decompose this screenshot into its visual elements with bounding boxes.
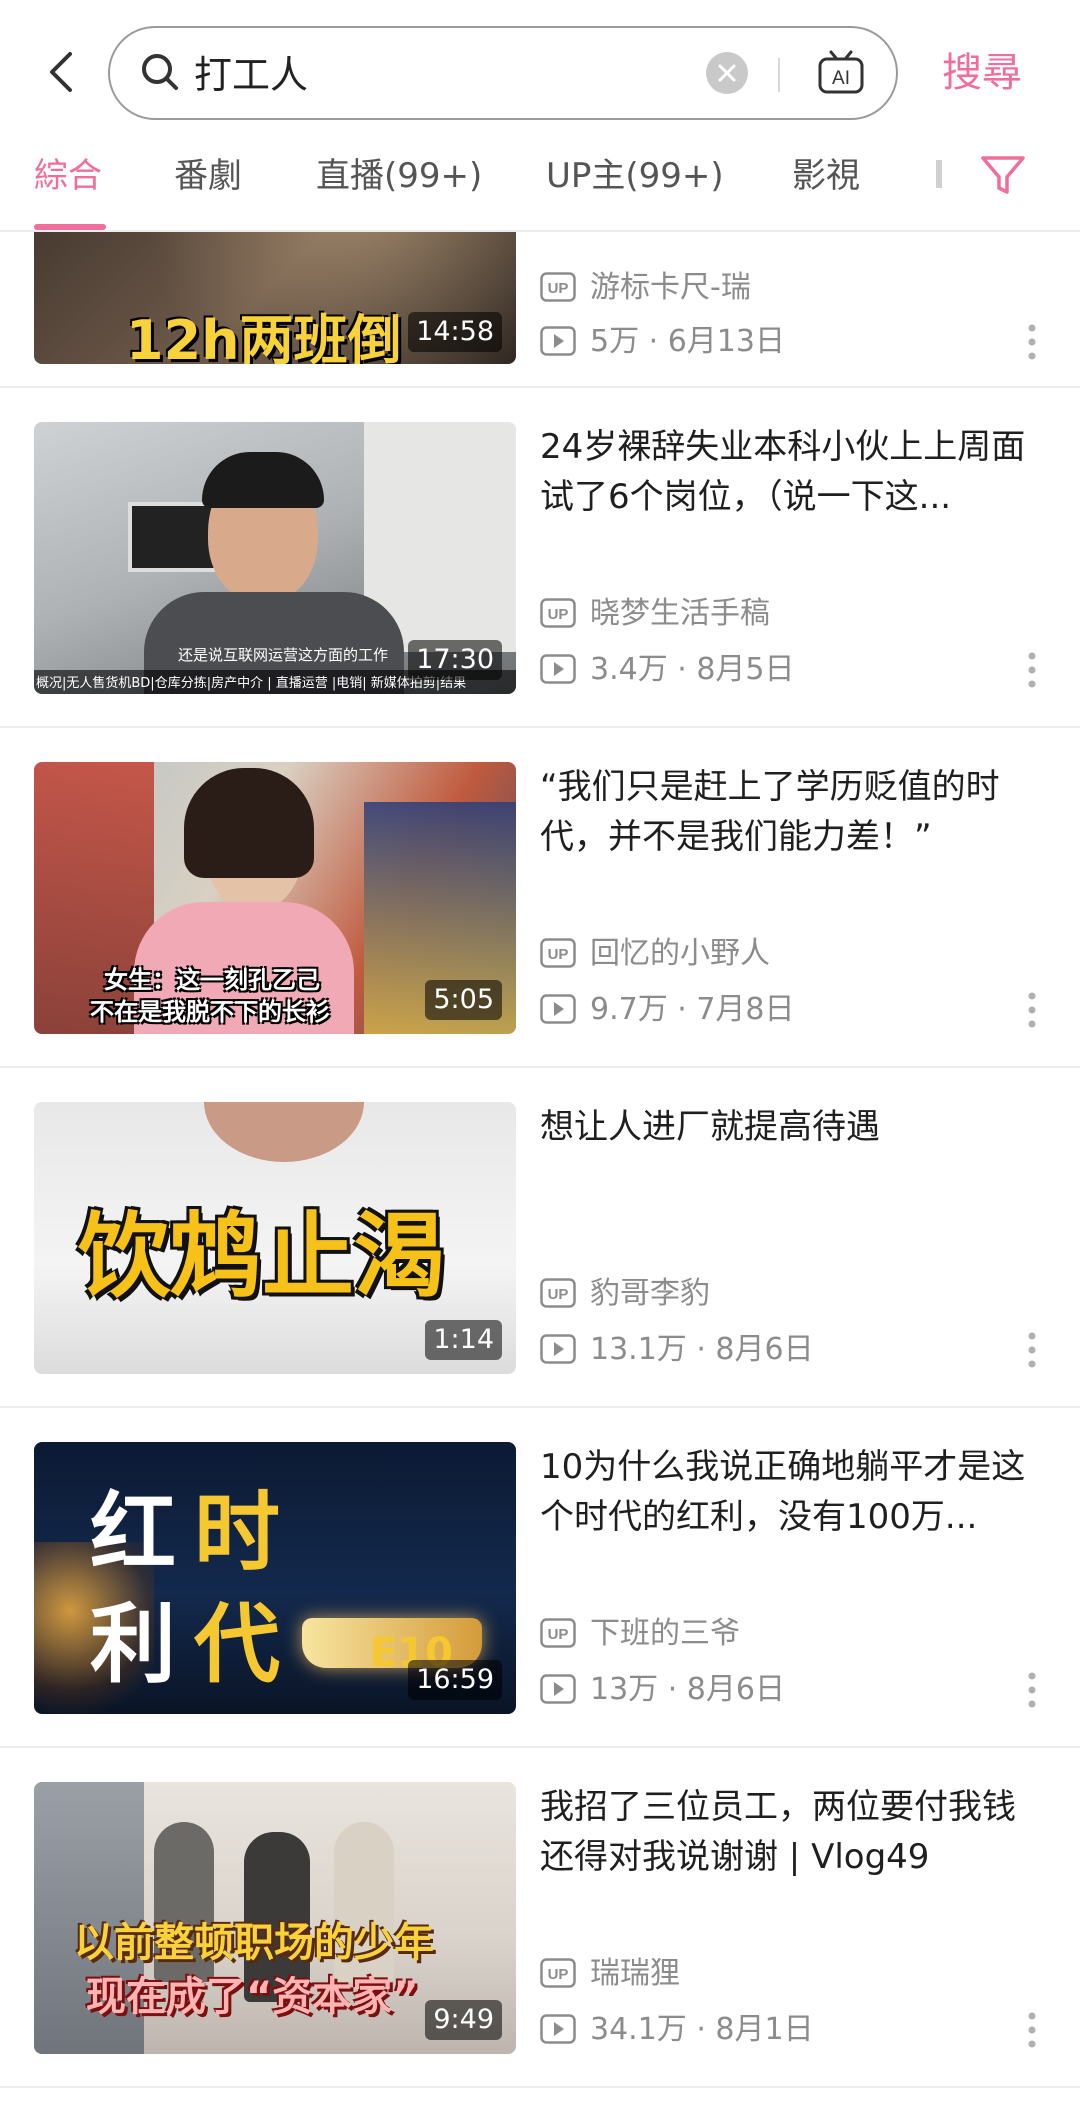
view-count: 13万	[590, 1672, 659, 1707]
ai-search-button[interactable]: AI	[816, 48, 866, 98]
uploader-name[interactable]: 瑞瑞狸	[590, 1954, 680, 1994]
uploader-name[interactable]: 晓梦生活手稿	[590, 594, 770, 634]
thumbnail-caption: 还是说互联网运营这方面的工作	[178, 646, 389, 664]
up-badge-icon: UP	[540, 1278, 576, 1308]
view-count: 5万	[590, 324, 640, 359]
publish-date: 8月6日	[686, 1672, 785, 1707]
tab-overflow-hint	[936, 160, 942, 188]
thumbnail-caption: 以前整顿职场的少年	[74, 1920, 434, 1966]
tab-uploaders[interactable]: UP主(99+)	[546, 150, 724, 202]
back-button[interactable]	[40, 44, 84, 100]
tab-live[interactable]: 直播(99+)	[316, 150, 482, 202]
close-icon	[718, 64, 736, 82]
ai-tv-icon: AI	[818, 50, 864, 94]
thumbnail-ticker: 概况|无人售货机BD|仓库分拣|房产中介 | 直播运营 |电销| 新媒体拍剪|结…	[36, 676, 467, 691]
search-header: 打工人 AI 搜尋 綜合 番劇 直播(99+) UP主(99+) 影視	[0, 0, 1080, 232]
video-title[interactable]: 我招了三位员工，两位要付我钱还得对我说谢谢 | Vlog49	[540, 1782, 1040, 1882]
up-badge-icon: UP	[540, 598, 576, 628]
svg-text:UP: UP	[548, 946, 569, 963]
up-badge-icon: UP	[540, 1618, 576, 1648]
search-input[interactable]: 打工人 AI	[108, 26, 898, 120]
video-card[interactable]: 以前整顿职场的少年 现在成了“资本家” 9:49 我招了三位员工，两位要付我钱还…	[0, 1748, 1080, 2088]
video-duration: 1:14	[425, 1320, 502, 1360]
publish-date: 8月6日	[715, 1332, 814, 1367]
thumbnail-title-text: 12h两班倒	[126, 309, 402, 364]
up-badge-icon: UP	[540, 272, 576, 302]
video-title[interactable]: “我们只是赶上了学历贬值的时代，并不是我们能力差！”	[540, 762, 1040, 862]
search-divider	[778, 58, 780, 92]
filter-button[interactable]	[978, 150, 1028, 200]
video-card[interactable]: 还是说互联网运营这方面的工作 概况|无人售货机BD|仓库分拣|房产中介 | 直播…	[0, 388, 1080, 728]
clear-search-button[interactable]	[706, 52, 748, 94]
video-title[interactable]: 24岁裸辞失业本科小伙上上周面试了6个岗位，（说一下这...	[540, 422, 1040, 522]
search-submit-button[interactable]: 搜尋	[942, 46, 1022, 100]
publish-date: 8月5日	[696, 652, 795, 687]
publish-date: 6月13日	[667, 324, 785, 359]
chevron-left-icon	[50, 52, 72, 92]
active-tab-indicator	[34, 224, 106, 230]
filter-icon	[981, 156, 1025, 194]
video-duration: 9:49	[425, 2000, 502, 2040]
search-query[interactable]: 打工人	[194, 50, 308, 100]
uploader-name[interactable]: 豹哥李豹	[590, 1274, 710, 1314]
thumbnail-caption: 现在成了“资本家”	[86, 1974, 419, 2020]
thumbnail-title-char: 时	[194, 1483, 280, 1583]
svg-text:UP: UP	[548, 1626, 569, 1643]
thumbnail-caption: 女生：这一刻孔乙己	[104, 966, 320, 994]
video-thumbnail[interactable]: 女生：这一刻孔乙己 不在是我脱不下的长衫 5:05	[34, 762, 516, 1034]
uploader-name[interactable]: 回忆的小野人	[590, 934, 770, 974]
play-count-icon	[540, 654, 576, 684]
svg-text:AI: AI	[832, 68, 850, 89]
view-count: 9.7万	[590, 992, 668, 1027]
tab-all[interactable]: 綜合	[34, 150, 102, 202]
search-icon	[142, 54, 178, 90]
view-count: 13.1万	[590, 1332, 687, 1367]
play-count-icon	[540, 2014, 576, 2044]
thumbnail-title-text: 饮鸩止渴	[78, 1203, 447, 1310]
uploader-name[interactable]: 下班的三爷	[590, 1614, 740, 1654]
video-duration: 14:58	[408, 312, 502, 352]
svg-text:UP: UP	[548, 1286, 569, 1303]
more-options-icon[interactable]	[1026, 650, 1038, 690]
more-options-icon[interactable]	[1026, 2010, 1038, 2050]
tab-bangumi[interactable]: 番劇	[174, 150, 242, 202]
publish-date: 8月1日	[715, 2012, 814, 2047]
svg-text:UP: UP	[548, 280, 569, 297]
search-tabs: 綜合 番劇 直播(99+) UP主(99+) 影視	[0, 150, 1080, 232]
video-title[interactable]: 10为什么我说正确地躺平才是这个时代的红利，没有100万...	[540, 1442, 1040, 1542]
tab-movies[interactable]: 影視	[792, 150, 860, 202]
video-thumbnail[interactable]: 以前整顿职场的少年 现在成了“资本家” 9:49	[34, 1782, 516, 2054]
view-count: 3.4万	[590, 652, 668, 687]
publish-date: 7月8日	[696, 992, 795, 1027]
thumbnail-title-char: 代	[194, 1595, 280, 1695]
play-count-icon	[540, 1674, 576, 1704]
svg-text:UP: UP	[548, 1966, 569, 1983]
thumbnail-title-char: 红	[90, 1483, 176, 1583]
view-count: 34.1万	[590, 2012, 687, 2047]
video-card[interactable]: 饮鸩止渴 1:14 想让人进厂就提高待遇 UP 豹哥李豹 13.1万 · 8月6…	[0, 1068, 1080, 1408]
video-duration: 16:59	[408, 1660, 502, 1700]
uploader-name[interactable]: 游标卡尺-瑞	[590, 268, 751, 308]
more-options-icon[interactable]	[1026, 990, 1038, 1030]
video-thumbnail[interactable]: 饮鸩止渴 1:14	[34, 1102, 516, 1374]
play-count-icon	[540, 994, 576, 1024]
more-options-icon[interactable]	[1026, 1330, 1038, 1370]
video-title[interactable]: 想让人进厂就提高待遇	[540, 1102, 1040, 1152]
thumbnail-title-char: 利	[90, 1595, 176, 1695]
video-card[interactable]: 红 时 利 代 E10 16:59 10为什么我说正确地躺平才是这个时代的红利，…	[0, 1408, 1080, 1748]
video-duration: 17:30	[408, 640, 502, 680]
up-badge-icon: UP	[540, 1958, 576, 1988]
up-badge-icon: UP	[540, 938, 576, 968]
video-thumbnail[interactable]: 红 时 利 代 E10 16:59	[34, 1442, 516, 1714]
svg-text:UP: UP	[548, 606, 569, 623]
play-count-icon	[540, 1334, 576, 1364]
video-thumbnail[interactable]: 还是说互联网运营这方面的工作 概况|无人售货机BD|仓库分拣|房产中介 | 直播…	[34, 422, 516, 694]
more-options-icon[interactable]	[1026, 322, 1038, 362]
video-card[interactable]: 女生：这一刻孔乙己 不在是我脱不下的长衫 5:05 “我们只是赶上了学历贬值的时…	[0, 728, 1080, 1068]
play-count-icon	[540, 326, 576, 356]
video-duration: 5:05	[425, 980, 502, 1020]
more-options-icon[interactable]	[1026, 1670, 1038, 1710]
thumbnail-caption: 不在是我脱不下的长衫	[90, 998, 330, 1026]
